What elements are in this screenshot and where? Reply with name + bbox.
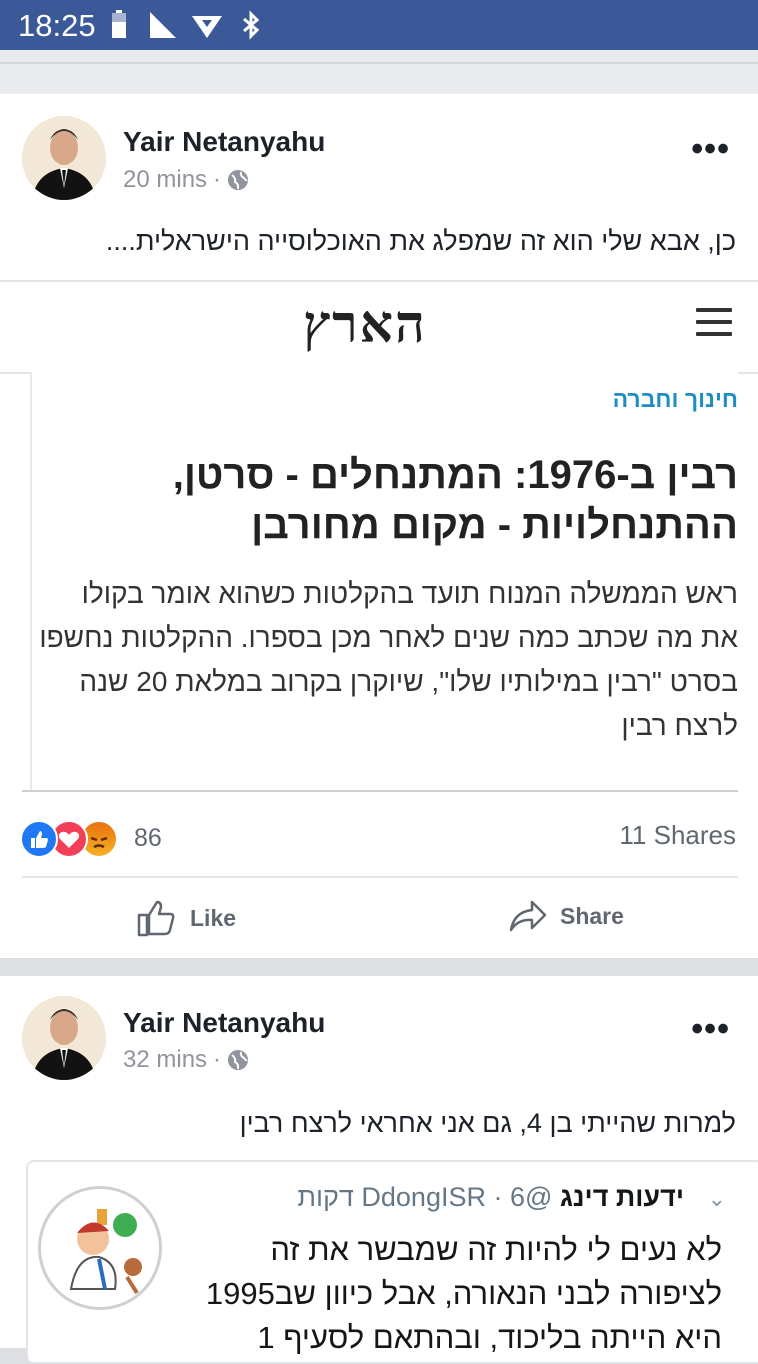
meta-separator: · <box>213 1046 222 1073</box>
post-author[interactable]: Yair Netanyahu <box>123 1007 325 1039</box>
bluetooth-icon <box>243 10 260 40</box>
share-icon <box>509 900 547 932</box>
more-icon[interactable]: ••• <box>691 130 730 169</box>
post-card: Yair Netanyahu 20 mins · ••• כן, אבא שלי… <box>0 94 758 958</box>
post-meta: 20 mins · <box>123 166 249 194</box>
article-summary: ראש הממשלה המנוח תועד בהקלטות כשהוא אומר… <box>39 578 738 741</box>
meta-separator: · <box>213 166 222 193</box>
embedded-tweet[interactable]: ⌄ ידעות דינג @DdongISR · 6 דקות לא נעים … <box>26 1160 758 1364</box>
share-label: Share <box>560 902 624 929</box>
post-text: למרות שהייתי בן 4, גם אני אחראי לרצח רבי… <box>239 1108 736 1138</box>
wifi-icon <box>192 16 222 38</box>
status-time: 18:25 <box>18 8 96 43</box>
status-icons <box>104 9 266 41</box>
globe-icon <box>228 1050 249 1070</box>
chevron-down-icon[interactable]: ⌄ <box>708 1186 726 1212</box>
article-headline[interactable]: רבין ב-1976: המתנחלים - סרטן, ההתנחלויות… <box>48 450 738 550</box>
link-preview[interactable]: הארץ חינוך וחברה רבין ב-1976: המתנחלים -… <box>0 280 758 800</box>
article-section[interactable]: חינוך וחברה <box>613 386 738 413</box>
like-icon <box>137 900 175 937</box>
feed-top-gap <box>0 50 758 94</box>
tweet-header: ידעות דינג @DdongISR · 6 דקות <box>297 1182 684 1213</box>
reaction-count[interactable]: 86 <box>134 824 162 853</box>
tweet-avatar[interactable] <box>38 1186 162 1310</box>
more-icon[interactable]: ••• <box>691 1010 730 1049</box>
post-time[interactable]: 20 mins <box>123 166 207 194</box>
tweet-separator: · <box>493 1182 503 1212</box>
avatar[interactable] <box>22 996 106 1080</box>
link-header: הארץ <box>0 280 758 374</box>
post-meta: 32 mins · <box>123 1046 249 1074</box>
post-time[interactable]: 32 mins <box>123 1046 207 1074</box>
signal-icon <box>150 12 176 38</box>
tweet-display-name[interactable]: ידעות דינג <box>560 1182 684 1212</box>
tweet-text: לא נעים לי להיות זה שמבשר את זה לציפורה … <box>205 1232 722 1355</box>
menu-icon[interactable] <box>696 308 732 344</box>
divider <box>22 876 738 878</box>
like-button[interactable]: Like <box>136 898 236 938</box>
status-bar: 18:25 <box>0 0 758 50</box>
post-author[interactable]: Yair Netanyahu <box>123 126 325 158</box>
post-separator <box>0 958 758 976</box>
share-count[interactable]: 11 Shares <box>619 820 736 851</box>
avatar[interactable] <box>22 116 106 200</box>
site-logo: הארץ <box>303 294 427 355</box>
divider <box>22 790 738 792</box>
link-body: חינוך וחברה רבין ב-1976: המתנחלים - סרטן… <box>30 372 738 792</box>
like-reaction-icon <box>20 820 58 858</box>
post-text: כן, אבא שלי הוא זה שמפלג את האוכלוסייה ה… <box>105 226 736 256</box>
post-card: Yair Netanyahu 32 mins · ••• למרות שהיית… <box>0 976 758 1364</box>
share-button[interactable]: Share <box>508 898 624 934</box>
like-label: Like <box>190 904 237 931</box>
battery-icon <box>112 10 126 38</box>
reactions[interactable] <box>20 820 118 858</box>
globe-icon <box>228 170 249 190</box>
